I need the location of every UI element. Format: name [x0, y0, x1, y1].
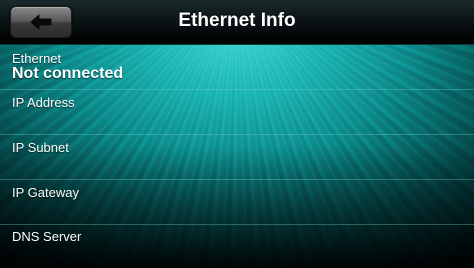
dns-server-label: DNS Server: [12, 229, 82, 244]
ip-subnet-label: IP Subnet: [12, 140, 69, 155]
list-item-ip-subnet: IP Subnet: [0, 135, 474, 180]
ip-gateway-label: IP Gateway: [12, 185, 79, 200]
list-item-ip-address: IP Address: [0, 90, 474, 135]
ethernet-label: Ethernet: [12, 51, 62, 66]
page-title: Ethernet Info: [178, 10, 296, 31]
ip-address-label: IP Address: [12, 95, 75, 110]
ethernet-info-screen: Ethernet Info Ethernet Not connected IP …: [0, 0, 474, 268]
info-list: Ethernet Not connected IP Address IP Sub…: [0, 45, 474, 268]
list-item-dns-server: DNS Server: [0, 225, 474, 268]
list-item-ip-gateway: IP Gateway: [0, 180, 474, 225]
list-item-ethernet: Ethernet Not connected: [0, 45, 474, 90]
ethernet-status: Not connected: [12, 65, 124, 82]
header-bar: Ethernet Info: [0, 0, 474, 45]
